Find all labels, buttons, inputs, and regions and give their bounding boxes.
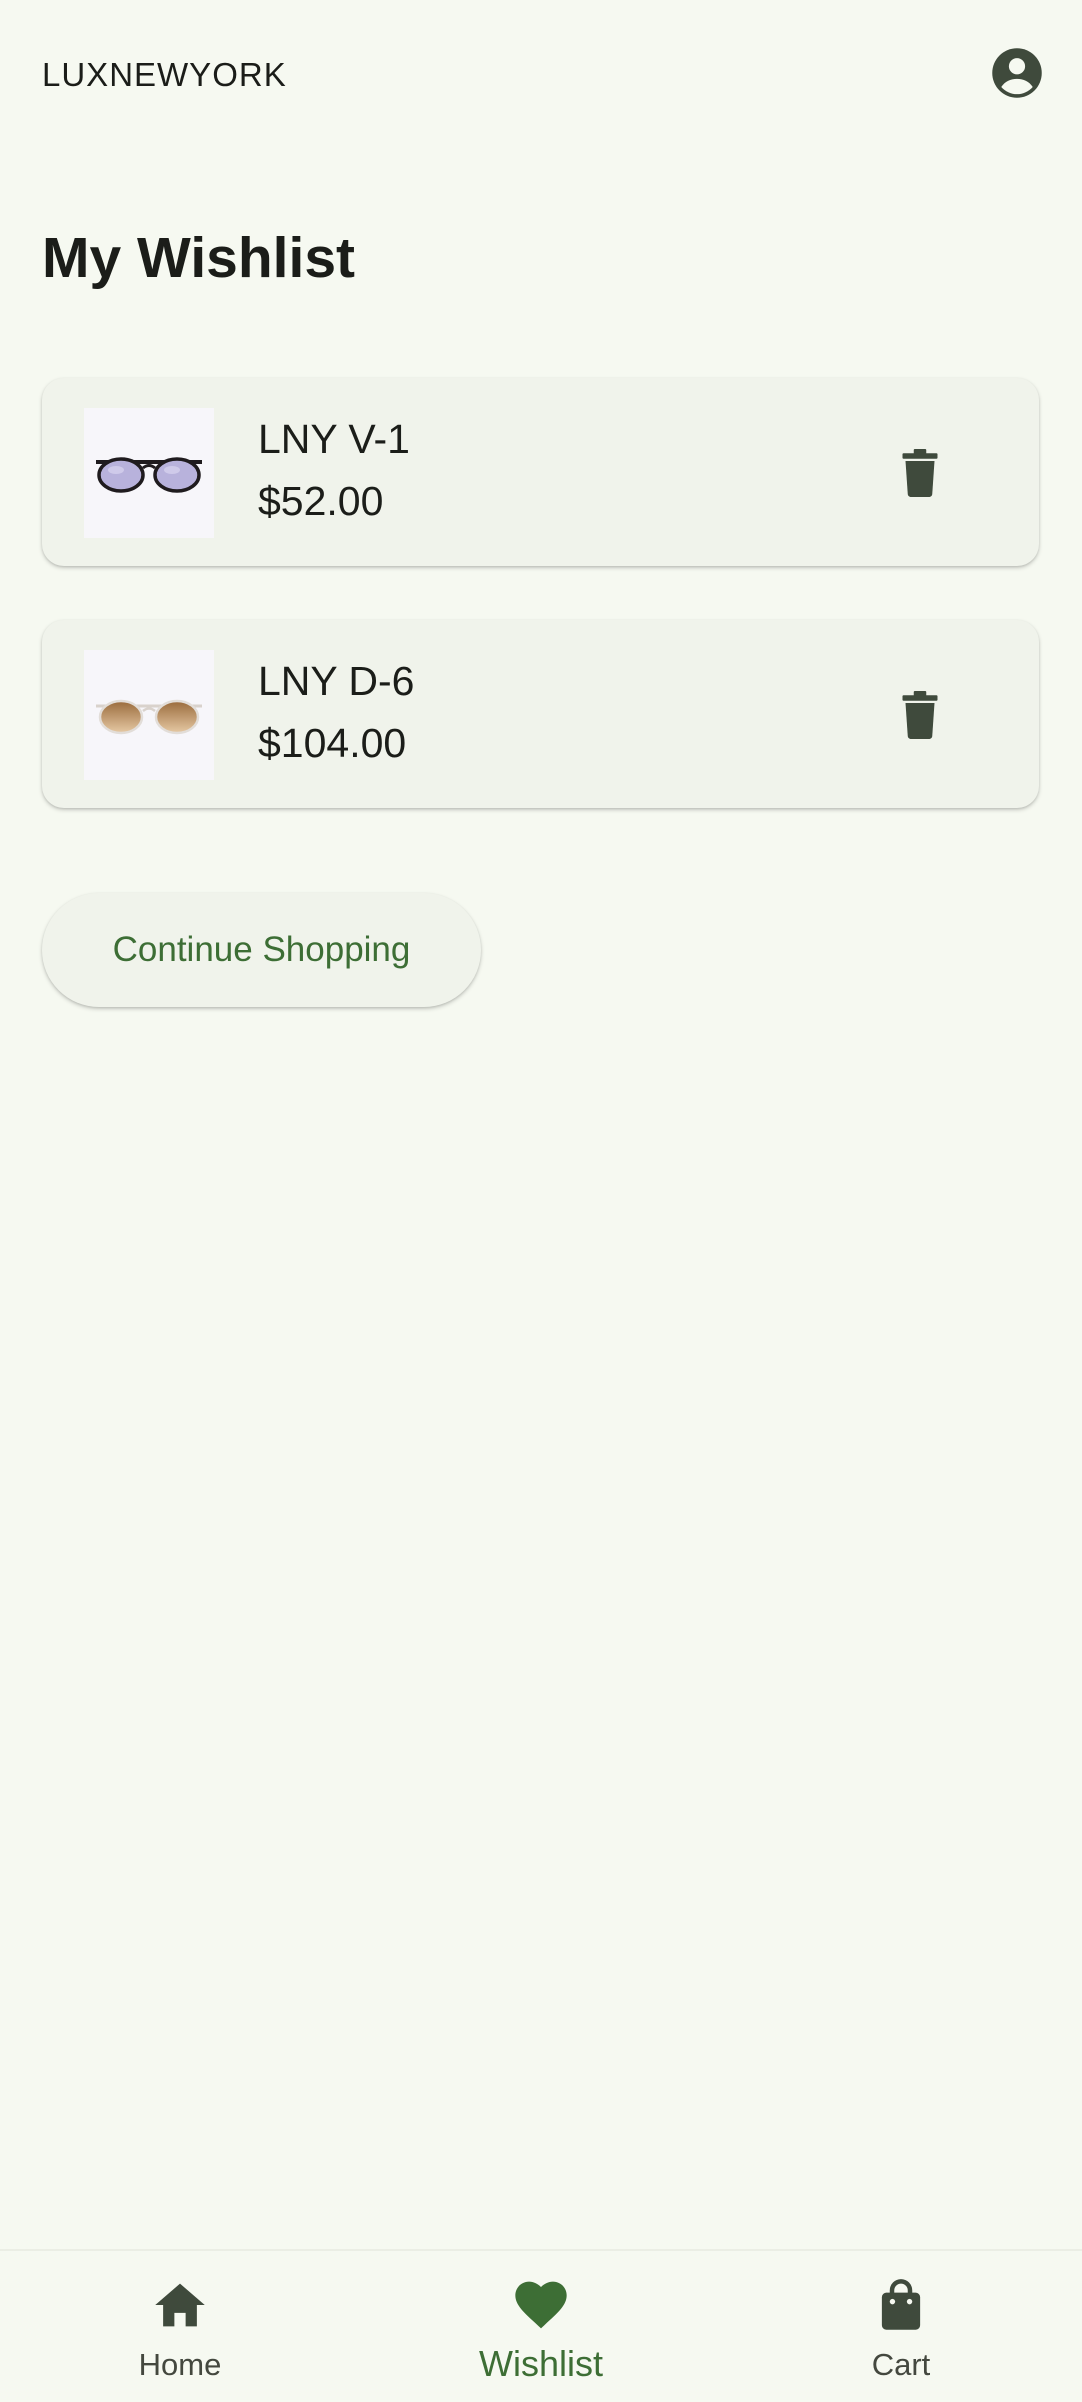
- trash-icon: [902, 449, 938, 497]
- nav-label-wishlist: Wishlist: [479, 2343, 603, 2384]
- nav-label-cart: Cart: [871, 2347, 931, 2382]
- item-price: $104.00: [258, 720, 407, 766]
- product-image[interactable]: [84, 650, 214, 780]
- nav-label-home: Home: [138, 2347, 222, 2382]
- home-icon: [155, 2283, 205, 2327]
- item-name: LNY D-6: [258, 658, 415, 704]
- sunglasses-purple-lens-image: [96, 457, 202, 493]
- page-title: My Wishlist: [42, 226, 356, 290]
- delete-button[interactable]: [884, 436, 956, 508]
- continue-shopping-button[interactable]: Continue Shopping: [42, 893, 481, 1007]
- account-button[interactable]: [990, 46, 1044, 100]
- account-circle-icon: [992, 48, 1042, 98]
- nav-item-home[interactable]: Home: [30, 2251, 330, 2402]
- item-name: LNY V-1: [258, 416, 410, 462]
- wishlist-item[interactable]: LNY D-6 $104.00: [42, 620, 1039, 808]
- delete-button[interactable]: [884, 678, 956, 750]
- nav-item-cart[interactable]: Cart: [751, 2251, 1051, 2402]
- item-price: $52.00: [258, 478, 384, 524]
- top-app-bar: LUXNEWYORK: [0, 0, 1082, 150]
- nav-icon-wrap: [513, 2275, 569, 2335]
- nav-item-wishlist[interactable]: Wishlist: [391, 2251, 691, 2402]
- heart-icon: [515, 2281, 567, 2329]
- app-root: LUXNEWYORK My Wishlist LNY V-1 $52.00 LN…: [0, 0, 1082, 2402]
- nav-icon-wrap: [878, 2275, 924, 2335]
- brand-title: LUXNEWYORK: [42, 56, 287, 93]
- wishlist-item[interactable]: LNY V-1 $52.00: [42, 378, 1039, 566]
- wishlist: LNY V-1 $52.00 LNY D-6 $104.00: [42, 378, 1039, 862]
- sunglasses-brown-gradient-lens-image: [96, 699, 202, 735]
- product-image[interactable]: [84, 408, 214, 538]
- shopping-bag-icon: [881, 2279, 921, 2330]
- trash-icon: [902, 691, 938, 739]
- bottom-navigation: Home Wishlist Cart: [0, 2249, 1082, 2402]
- nav-icon-wrap: [153, 2275, 207, 2335]
